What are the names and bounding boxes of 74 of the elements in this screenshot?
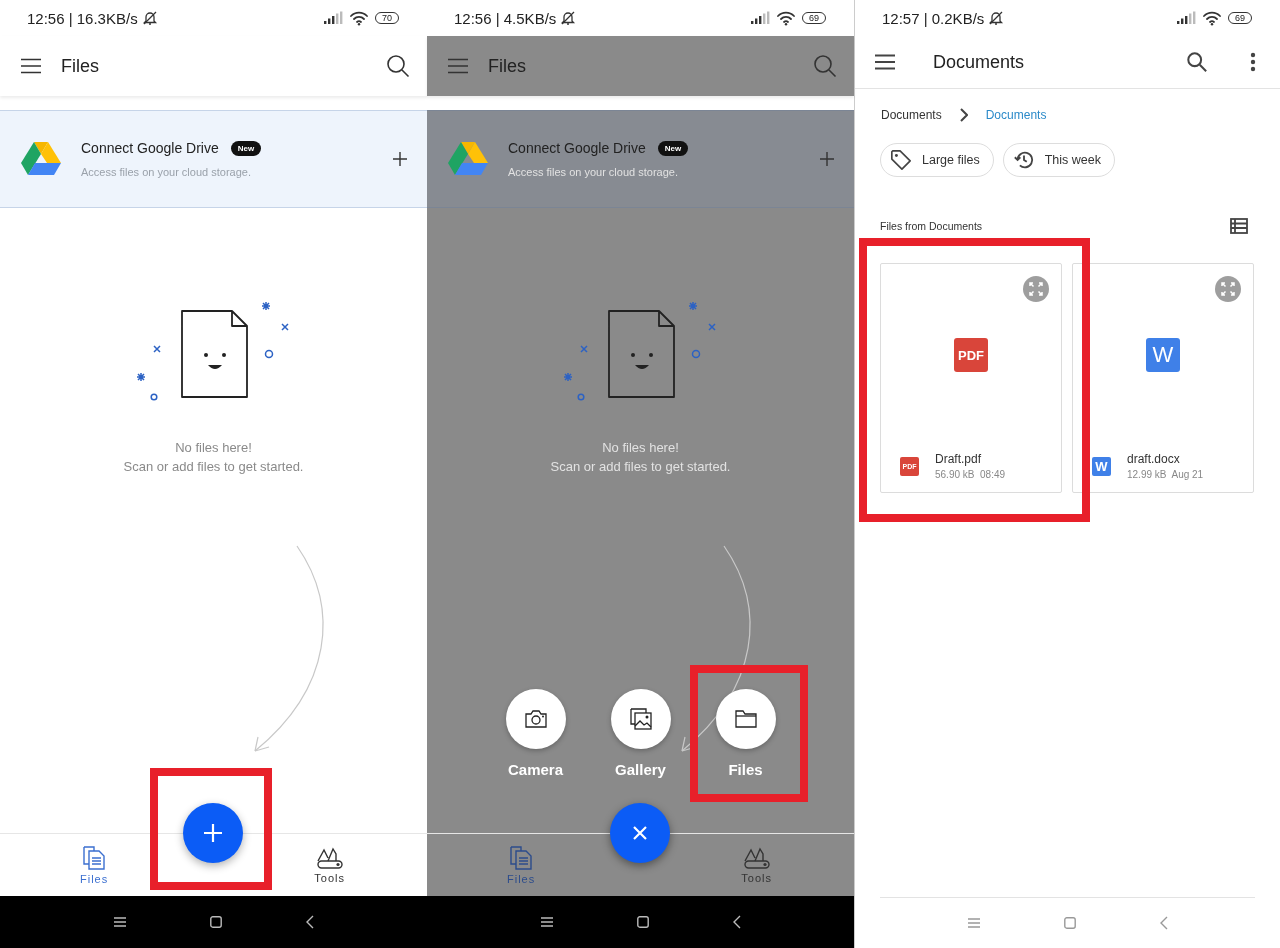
tag-icon — [890, 149, 912, 171]
file-details: 56.90 kB 08:49 — [935, 469, 1006, 480]
close-icon — [633, 826, 647, 840]
more-options-icon[interactable] — [1250, 52, 1256, 72]
signal-icon — [323, 11, 343, 25]
new-badge: New — [657, 140, 689, 156]
camera-icon — [524, 710, 547, 728]
drive-card[interactable]: Connect Google Drive New Access files on your cloud storage. — [0, 110, 427, 208]
gallery-icon — [629, 708, 652, 730]
drive-card-subtitle: Access files on your cloud storage. — [81, 166, 252, 178]
app-title: Files — [488, 55, 527, 77]
file-type-badge: W — [1146, 338, 1180, 372]
drive-card[interactable]: Connect Google Drive New Access files on your cloud storage. — [427, 110, 854, 208]
recents-icon[interactable] — [540, 917, 553, 927]
expand-icon[interactable] — [1023, 276, 1049, 302]
tools-tab[interactable]: Tools — [314, 834, 345, 896]
file-details: 12.99 kB Aug 21 — [1127, 469, 1204, 480]
wifi-icon — [776, 10, 796, 26]
plus-icon — [204, 824, 222, 842]
plus-icon[interactable] — [393, 152, 407, 166]
documents-icon — [510, 845, 533, 870]
add-button[interactable] — [183, 803, 243, 863]
home-icon[interactable] — [209, 916, 222, 928]
file-type-badge: W — [1092, 456, 1111, 476]
app-title: Files — [61, 55, 100, 77]
bell-off-icon — [560, 10, 577, 26]
drive-card-title: Connect Google Drive — [508, 140, 646, 156]
status-time: 12:56 | 4.5KB/s — [454, 9, 557, 27]
drive-card-subtitle: Access files on your cloud storage. — [508, 166, 679, 178]
back-icon[interactable] — [732, 915, 741, 929]
drive-card-title: Connect Google Drive — [81, 140, 219, 156]
history-icon — [1012, 149, 1035, 171]
drive-logo-icon — [448, 142, 488, 176]
tools-tab[interactable]: Tools — [741, 834, 772, 896]
recents-icon[interactable] — [113, 917, 126, 927]
section-title: Files from Documents — [880, 220, 983, 232]
app-title: Documents — [933, 51, 1026, 73]
signal-icon — [750, 11, 770, 25]
wifi-icon — [349, 10, 369, 26]
status-time: 12:57 | 0.2KB/s — [882, 9, 985, 27]
file-name: Draft.pdf — [935, 452, 983, 466]
menu-icon[interactable] — [21, 58, 41, 74]
folder-icon — [734, 710, 757, 728]
search-icon[interactable] — [386, 54, 410, 78]
signal-icon — [1176, 11, 1196, 25]
empty-state-title: No files here! — [602, 440, 679, 455]
back-icon[interactable] — [305, 915, 314, 929]
new-badge: New — [230, 140, 262, 156]
status-time: 12:56 | 16.3KB/s — [27, 9, 138, 27]
files-tab[interactable]: Files — [80, 834, 109, 896]
chevron-right-icon — [959, 108, 968, 122]
breadcrumb-link[interactable]: Documents — [881, 108, 942, 122]
file-card[interactable]: W W draft.docx 12.99 kB Aug 21 — [1072, 263, 1254, 493]
plus-icon[interactable] — [820, 152, 834, 166]
menu-icon[interactable] — [875, 54, 895, 70]
history-filter-chip[interactable]: This week — [1002, 143, 1115, 177]
empty-state-title: No files here! — [175, 440, 252, 455]
list-view-icon[interactable] — [1230, 218, 1248, 234]
expand-icon[interactable] — [1215, 276, 1241, 302]
file-name: draft.docx — [1127, 452, 1181, 466]
drive-logo-icon — [21, 142, 61, 176]
wifi-icon — [1202, 10, 1222, 26]
documents-icon — [83, 845, 106, 870]
search-icon[interactable] — [1186, 51, 1208, 73]
home-icon[interactable] — [636, 916, 649, 928]
file-type-badge: PDF — [954, 338, 988, 372]
empty-state-hint: Scan or add files to get started. — [123, 459, 304, 474]
tools-icon — [316, 846, 343, 869]
tag-filter-chip[interactable]: Large files — [880, 143, 994, 177]
empty-state-hint: Scan or add files to get started. — [550, 459, 731, 474]
bell-off-icon — [988, 10, 1005, 26]
bell-off-icon — [141, 10, 158, 26]
tools-icon — [743, 846, 770, 869]
breadcrumb-link[interactable]: Documents — [985, 108, 1047, 122]
